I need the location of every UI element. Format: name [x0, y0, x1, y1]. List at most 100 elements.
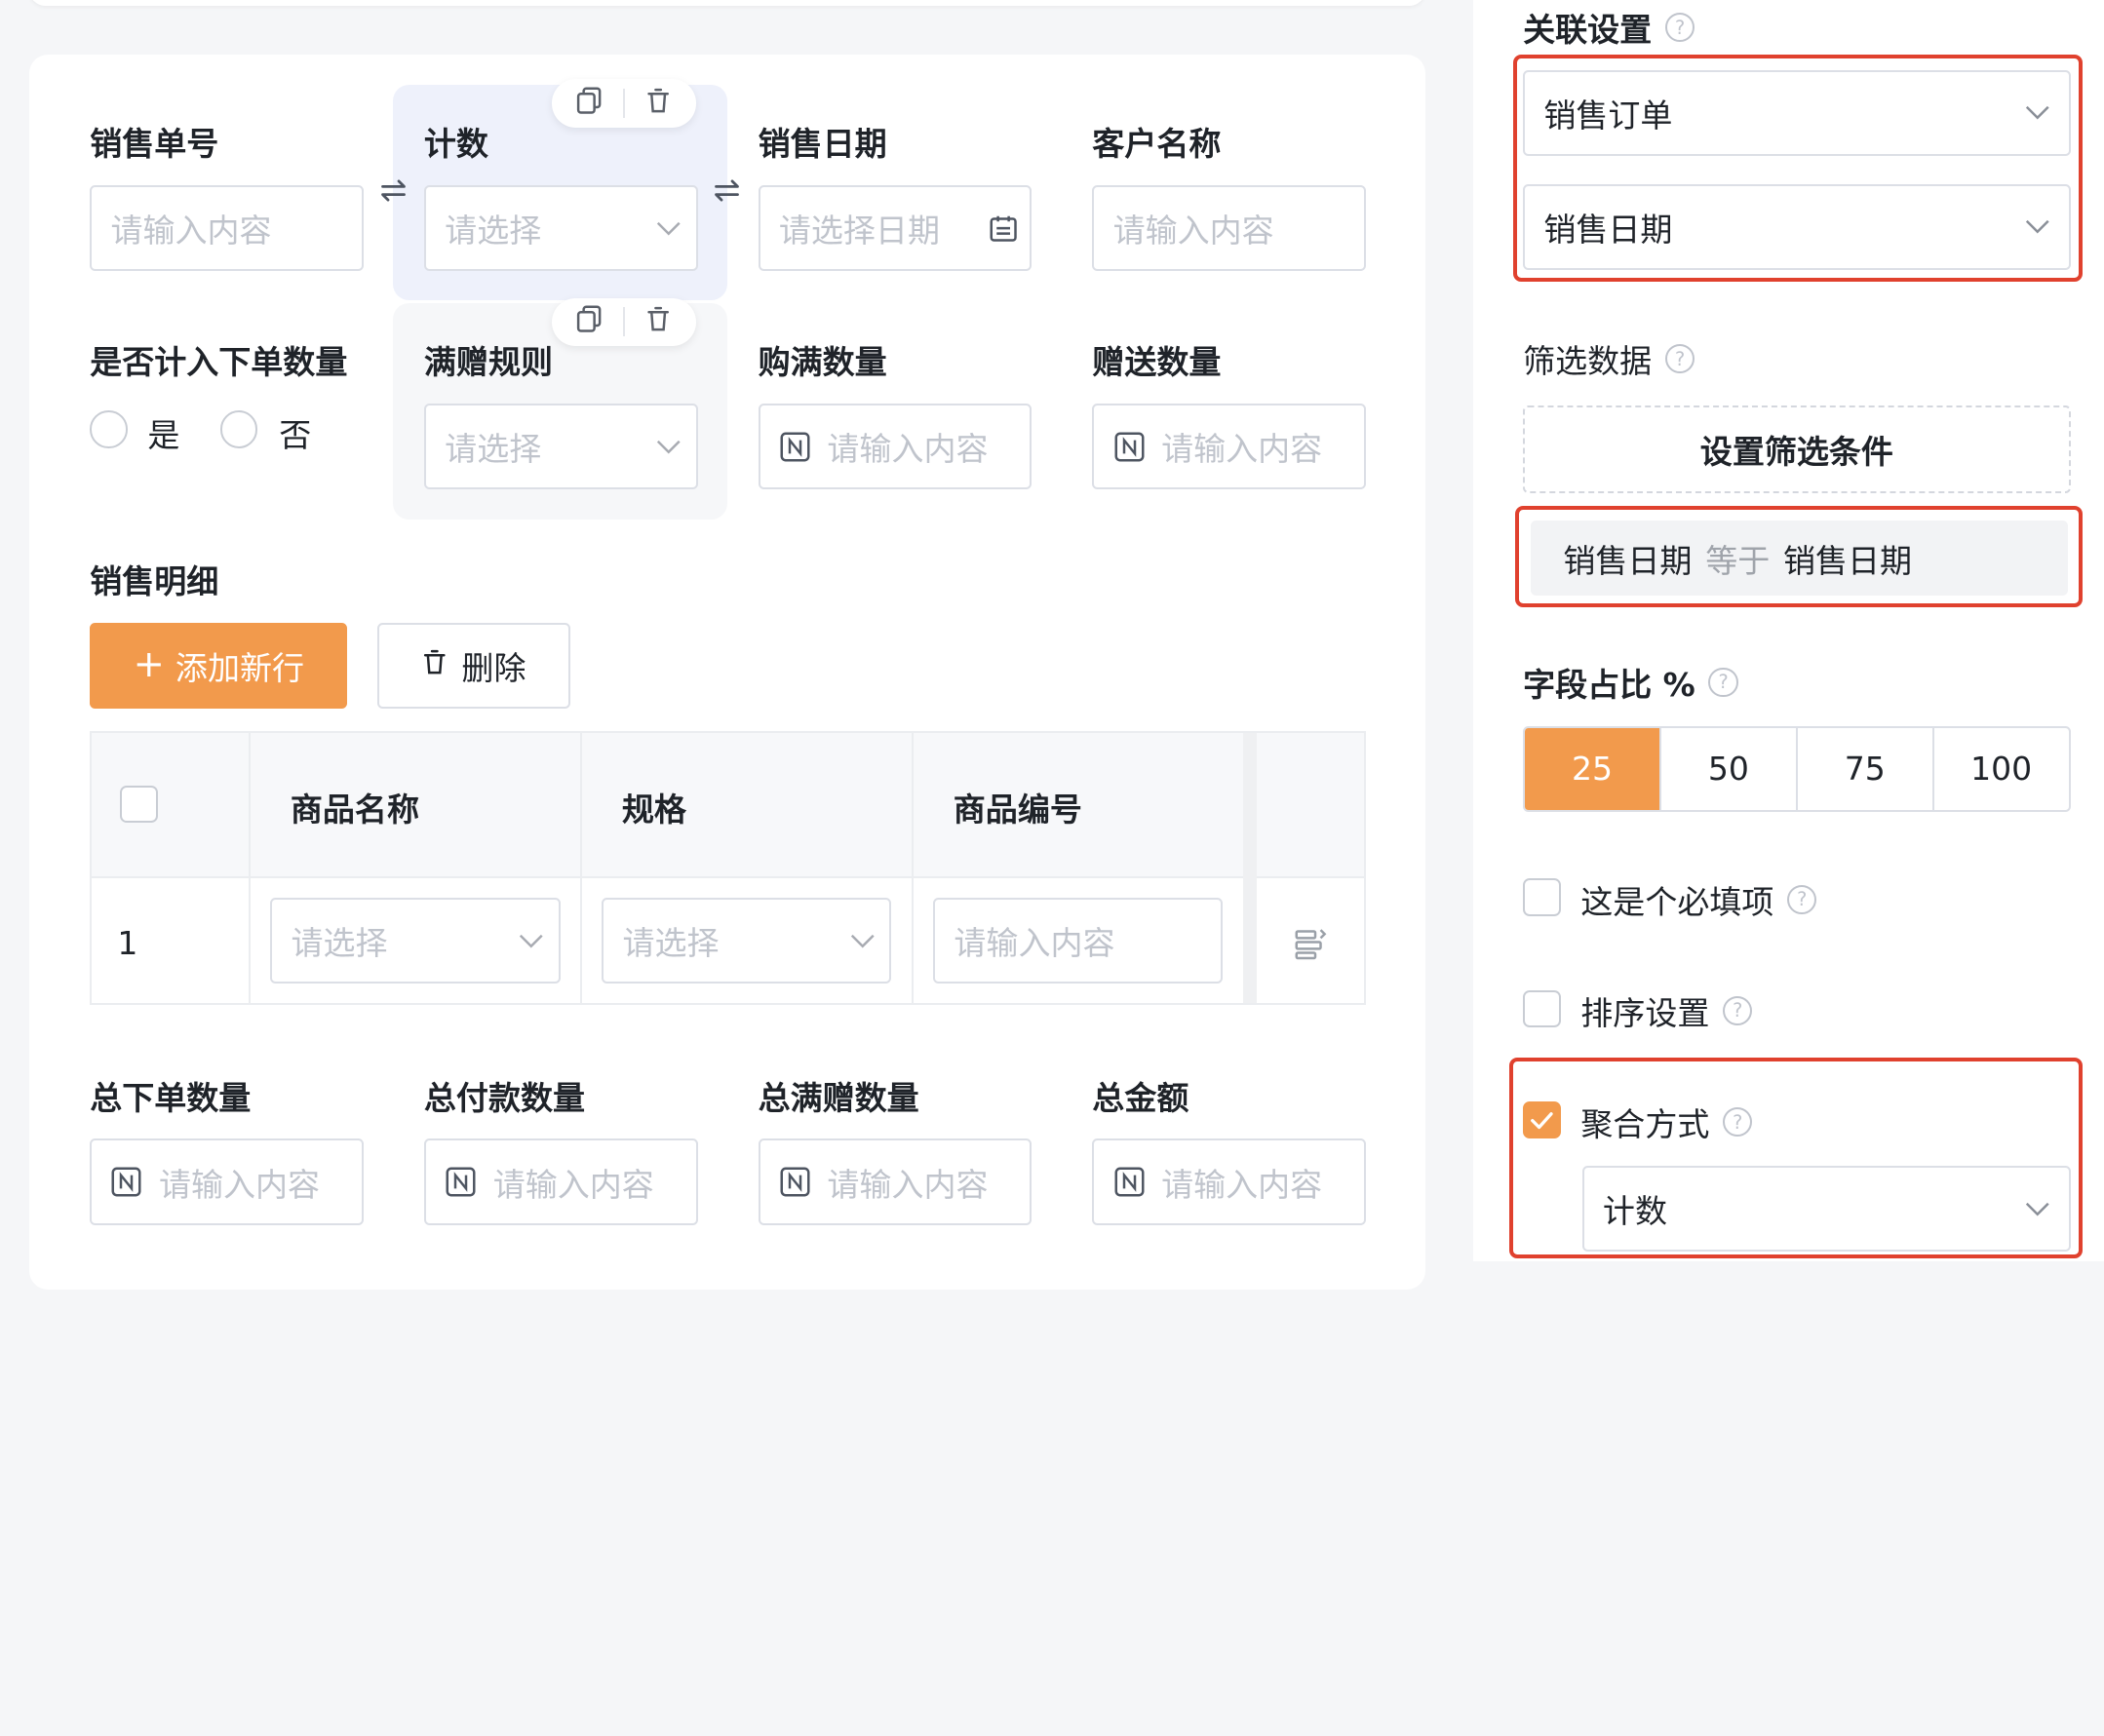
total-order-qty-label: 总下单数量	[90, 1078, 252, 1117]
full-qty-placeholder: 请输入内容	[827, 430, 989, 469]
toolbar-divider	[623, 307, 625, 337]
count-select[interactable]: 请选择	[423, 184, 698, 271]
copy-icon[interactable]	[574, 86, 604, 121]
number-icon	[779, 1166, 811, 1198]
total-paid-qty-input[interactable]: 请输入内容	[423, 1138, 698, 1225]
highlight-frame	[1514, 505, 2083, 608]
relation-title-text: 关联设置	[1523, 11, 1653, 50]
filter-title: 筛选数据?	[1523, 335, 1695, 382]
order-no-label: 销售单号	[90, 125, 219, 164]
filter-title-text: 筛选数据	[1523, 342, 1653, 381]
help-icon[interactable]: ?	[1787, 884, 1817, 914]
sort-label: 排序设置?	[1580, 987, 1753, 1034]
number-icon	[1113, 431, 1146, 463]
sale-date-placeholder: 请选择日期	[778, 211, 940, 250]
set-filter-button[interactable]: 设置筛选条件	[1523, 405, 2071, 494]
total-gift-qty-label: 总满赠数量	[758, 1078, 919, 1117]
plus-icon: +	[133, 642, 165, 687]
count-label: 计数	[423, 125, 488, 164]
total-paid-qty-label: 总付款数量	[423, 1078, 585, 1117]
help-icon[interactable]: ?	[1708, 667, 1738, 697]
swap-icon[interactable]	[377, 174, 409, 207]
chevron-down-icon	[643, 220, 696, 237]
width-segmented-control: 25 50 75 100	[1523, 725, 2071, 812]
number-icon	[1113, 1166, 1146, 1198]
required-label: 这是个必填项?	[1580, 876, 1817, 923]
radio-no[interactable]	[219, 410, 258, 448]
spec-placeholder: 请选择	[622, 924, 720, 963]
radio-yes-label: 是	[147, 415, 180, 454]
column-header: 规格	[621, 791, 686, 829]
delete-label: 删除	[461, 648, 526, 687]
total-gift-qty-input[interactable]: 请输入内容	[758, 1138, 1033, 1225]
toolbar-divider	[623, 88, 625, 119]
width-option[interactable]: 100	[1931, 727, 2069, 810]
select-all-checkbox[interactable]	[120, 785, 158, 824]
gift-rule-label: 满赠规则	[423, 343, 553, 382]
column-divider	[249, 733, 252, 1003]
radio-yes[interactable]	[90, 410, 128, 448]
help-icon[interactable]: ?	[1664, 12, 1695, 43]
gift-qty-label: 赠送数量	[1092, 343, 1222, 382]
required-checkbox[interactable]	[1523, 878, 1561, 916]
table-code-input[interactable]: 请输入内容	[933, 898, 1224, 984]
swap-icon[interactable]	[711, 174, 743, 207]
table-name-select[interactable]: 请选择	[270, 898, 561, 984]
width-option[interactable]: 50	[1658, 727, 1796, 810]
column-header: 商品名称	[290, 791, 419, 829]
row-edit-icon[interactable]	[1294, 926, 1329, 967]
top-card	[29, 0, 1425, 6]
page: 销售单号 请输入内容 计数 请选择 销售日期 请选择日期 客户名称 请输入内容 …	[0, 0, 2104, 1290]
input-placeholder: 请输入内容	[827, 1165, 989, 1204]
sort-label-text: 排序设置	[1580, 993, 1710, 1032]
sort-checkbox[interactable]	[1523, 989, 1561, 1028]
number-icon	[445, 1166, 477, 1198]
detail-table: 商品名称 规格 商品编号 1 请选择 请选择 请输入内容	[90, 731, 1367, 1005]
detail-title: 销售明细	[90, 561, 219, 600]
total-amount-label: 总金额	[1092, 1078, 1189, 1117]
order-no-input[interactable]: 请输入内容	[90, 184, 364, 271]
customer-label: 客户名称	[1092, 125, 1222, 164]
gift-qty-placeholder: 请输入内容	[1161, 430, 1323, 469]
help-icon[interactable]: ?	[1723, 995, 1753, 1026]
highlight-frame	[1513, 55, 2083, 283]
width-title: 字段占比 %?	[1523, 659, 1738, 706]
copy-icon[interactable]	[574, 304, 604, 339]
gift-rule-select[interactable]: 请选择	[423, 404, 698, 490]
add-row-button[interactable]: + 添加新行	[90, 622, 348, 709]
customer-input[interactable]: 请输入内容	[1092, 184, 1367, 271]
customer-placeholder: 请输入内容	[1112, 211, 1274, 250]
gift-qty-input[interactable]: 请输入内容	[1092, 404, 1367, 490]
width-option[interactable]: 25	[1525, 727, 1659, 810]
sale-date-label: 销售日期	[758, 125, 887, 164]
table-header	[92, 733, 1365, 878]
width-title-text: 字段占比 %	[1523, 665, 1695, 704]
width-option[interactable]: 75	[1795, 727, 1932, 810]
relation-title: 关联设置?	[1523, 4, 1695, 51]
delete-row-button[interactable]: 删除	[376, 622, 570, 709]
sale-date-picker[interactable]: 请选择日期	[758, 184, 1033, 271]
row-index: 1	[117, 923, 138, 962]
order-no-placeholder: 请输入内容	[110, 211, 272, 250]
number-icon	[779, 431, 811, 463]
count-placeholder: 请选择	[445, 211, 542, 250]
number-icon	[110, 1166, 142, 1198]
column-divider	[912, 733, 915, 1003]
full-qty-input[interactable]: 请输入内容	[758, 404, 1033, 490]
chevron-down-icon	[836, 933, 889, 949]
total-order-qty-input[interactable]: 请输入内容	[90, 1138, 364, 1225]
table-spec-select[interactable]: 请选择	[602, 898, 892, 984]
trash-icon[interactable]	[643, 86, 673, 121]
chevron-down-icon	[504, 933, 558, 949]
fixed-column-shadow	[1243, 733, 1257, 1003]
calendar-icon	[976, 213, 1030, 243]
code-placeholder: 请输入内容	[954, 924, 1115, 963]
help-icon[interactable]: ?	[1664, 343, 1695, 374]
name-placeholder: 请选择	[291, 924, 388, 963]
total-amount-input[interactable]: 请输入内容	[1092, 1138, 1367, 1225]
trash-icon[interactable]	[643, 304, 673, 339]
column-divider	[580, 733, 583, 1003]
required-label-text: 这是个必填项	[1580, 882, 1774, 921]
field-toolbar	[551, 297, 697, 347]
radio-no-label: 否	[279, 415, 312, 454]
